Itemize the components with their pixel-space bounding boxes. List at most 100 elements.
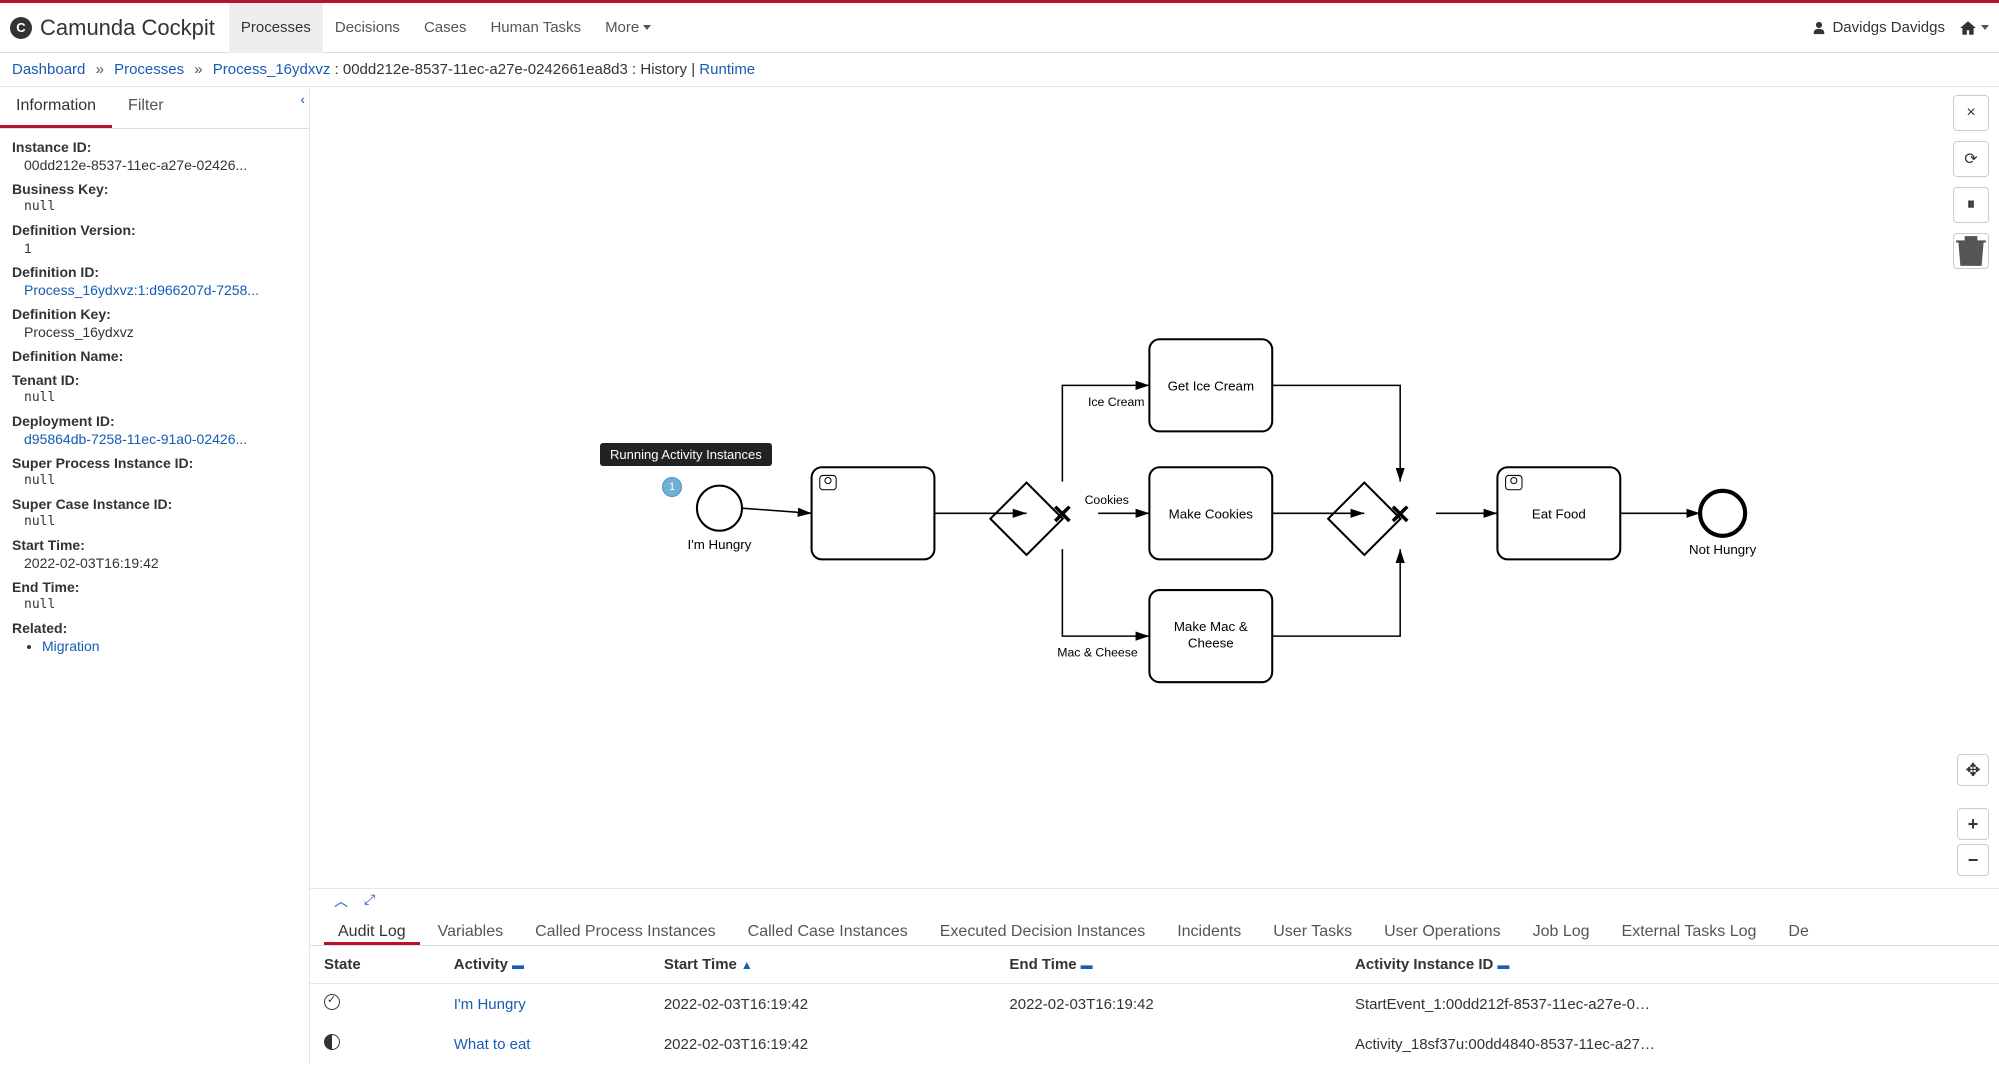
deployment-id-label: Deployment ID: [12, 413, 297, 429]
btab-user-tasks[interactable]: User Tasks [1259, 913, 1366, 945]
instance-id-value: 00dd212e-8537-11ec-a27e-02426... [12, 157, 297, 173]
user-menu[interactable]: Davidgs Davidgs [1812, 19, 1945, 36]
start-event-label: I'm Hungry [688, 537, 752, 552]
nav-human-tasks[interactable]: Human Tasks [478, 3, 593, 53]
brand-text: Camunda Cockpit [40, 15, 215, 41]
zoom-in-button[interactable]: + [1957, 808, 1989, 840]
svg-text:Get Ice Cream: Get Ice Cream [1168, 378, 1254, 393]
def-version-value: 1 [12, 240, 297, 256]
sort-icon: ▬ [512, 958, 524, 972]
svg-text:Make Mac &: Make Mac & [1174, 619, 1248, 634]
svg-text:✕: ✕ [1389, 500, 1411, 530]
business-key-label: Business Key: [12, 181, 297, 197]
crumb-dashboard[interactable]: Dashboard [12, 61, 85, 78]
row-actid: StartEvent_1:00dd212f-8537-11ec-a27e-024… [1355, 996, 1655, 1013]
row-end: 2022-02-03T16:19:42 [995, 984, 1341, 1025]
btab-called-proc[interactable]: Called Process Instances [521, 913, 730, 945]
col-starttime[interactable]: Start Time▲ [650, 946, 996, 984]
pause-button[interactable]: ⏸ [1953, 187, 1989, 223]
svg-text:Mac & Cheese: Mac & Cheese [1057, 646, 1138, 660]
btab-job-log[interactable]: Job Log [1519, 913, 1604, 945]
trash-icon [1954, 234, 1988, 268]
nav-cases[interactable]: Cases [412, 3, 479, 53]
bottom-tabs: Audit Log Variables Called Process Insta… [310, 913, 1999, 946]
svg-text:Cookies: Cookies [1085, 493, 1129, 507]
refresh-button[interactable]: ⟳ [1953, 141, 1989, 177]
btab-called-case[interactable]: Called Case Instances [734, 913, 922, 945]
sort-icon: ▬ [1497, 958, 1509, 972]
sort-icon: ▬ [1081, 958, 1093, 972]
activity-link[interactable]: I'm Hungry [454, 996, 526, 1013]
home-menu[interactable] [1959, 19, 1989, 37]
nav-decisions[interactable]: Decisions [323, 3, 412, 53]
btab-variables[interactable]: Variables [424, 913, 518, 945]
diagram-wrap: I'm Hungry ✕ Get Ice Cream Make Cookies … [310, 87, 1999, 1064]
zoom-out-button[interactable]: − [1957, 844, 1989, 876]
deployment-id-link[interactable]: d95864db-7258-11ec-91a0-02426... [24, 431, 247, 447]
chevron-down-icon [1981, 25, 1989, 30]
chevron-up-icon[interactable]: ︿ [334, 891, 348, 911]
end-time-label: End Time: [12, 579, 297, 595]
crumb-instance: 00dd212e-8537-11ec-a27e-0242661ea8d3 [343, 61, 628, 78]
delete-button[interactable] [1953, 233, 1989, 269]
token-badge[interactable]: 1 [662, 477, 682, 497]
btab-incidents[interactable]: Incidents [1163, 913, 1255, 945]
expand-icon[interactable]: ⤢ [364, 891, 375, 911]
row-start: 2022-02-03T16:19:42 [650, 984, 996, 1025]
super-proc-label: Super Process Instance ID: [12, 455, 297, 471]
activity-link[interactable]: What to eat [454, 1036, 531, 1053]
def-key-label: Definition Key: [12, 306, 297, 322]
migration-link[interactable]: Migration [42, 638, 100, 654]
start-time-value: 2022-02-03T16:19:42 [12, 555, 297, 571]
brand[interactable]: C Camunda Cockpit [10, 15, 215, 41]
row-start: 2022-02-03T16:19:42 [650, 1024, 996, 1064]
table-row[interactable]: I'm Hungry 2022-02-03T16:19:42 2022-02-0… [310, 984, 1999, 1025]
def-id-link[interactable]: Process_16ydxvz:1:d966207d-7258... [24, 282, 259, 298]
tab-information[interactable]: Information [0, 87, 112, 128]
crumb-history: History [640, 61, 687, 78]
btab-audit-log[interactable]: Audit Log [324, 913, 420, 945]
svg-text:✕: ✕ [1051, 500, 1073, 530]
tab-filter[interactable]: Filter [112, 87, 180, 128]
nav-main: Processes Decisions Cases Human Tasks Mo… [229, 3, 663, 53]
def-version-label: Definition Version: [12, 222, 297, 238]
svg-text:Make Cookies: Make Cookies [1169, 506, 1254, 521]
col-state[interactable]: State [310, 946, 440, 984]
nav-more[interactable]: More [593, 3, 663, 53]
tenant-id-value: null [12, 390, 297, 405]
end-time-value: null [12, 597, 297, 612]
panel-resize-handle[interactable]: ︿ ⤢ [310, 888, 1999, 913]
close-button[interactable]: × [1953, 95, 1989, 131]
instance-id-label: Instance ID: [12, 139, 297, 155]
def-name-label: Definition Name: [12, 348, 297, 364]
audit-table: State Activity▬ Start Time▲ End Time▬ Ac… [310, 946, 1999, 1064]
btab-ext-tasks[interactable]: External Tasks Log [1608, 913, 1771, 945]
svg-text:Eat Food: Eat Food [1532, 506, 1586, 521]
diagram-canvas[interactable]: I'm Hungry ✕ Get Ice Cream Make Cookies … [310, 87, 1999, 888]
tenant-id-label: Tenant ID: [12, 372, 297, 388]
btab-user-ops[interactable]: User Operations [1370, 913, 1515, 945]
sidebar-collapse-button[interactable]: ‹ [300, 91, 305, 107]
state-icon [324, 994, 340, 1010]
business-key-value: null [12, 199, 297, 214]
user-icon [1812, 21, 1826, 35]
svg-text:Ice Cream: Ice Cream [1088, 395, 1145, 409]
def-id-label: Definition ID: [12, 264, 297, 280]
crumb-process[interactable]: Process_16ydxvz [213, 61, 331, 78]
crumb-processes[interactable]: Processes [114, 61, 184, 78]
col-endtime[interactable]: End Time▬ [995, 946, 1341, 984]
super-proc-value: null [12, 473, 297, 488]
state-icon [324, 1034, 340, 1050]
brand-logo-icon: C [10, 17, 32, 39]
btab-exec-dec[interactable]: Executed Decision Instances [926, 913, 1159, 945]
crumb-runtime[interactable]: Runtime [699, 61, 755, 78]
btab-more[interactable]: De [1774, 913, 1822, 945]
table-row[interactable]: What to eat 2022-02-03T16:19:42 Activity… [310, 1024, 1999, 1064]
sidebar: ‹ Information Filter Instance ID: 00dd212… [0, 87, 310, 1064]
reset-zoom-button[interactable]: ✥ [1957, 754, 1989, 786]
col-activity[interactable]: Activity▬ [440, 946, 650, 984]
sort-asc-icon: ▲ [741, 958, 753, 972]
nav-processes[interactable]: Processes [229, 3, 323, 53]
related-label: Related: [12, 620, 297, 636]
col-actinstid[interactable]: Activity Instance ID▬ [1341, 946, 1999, 984]
